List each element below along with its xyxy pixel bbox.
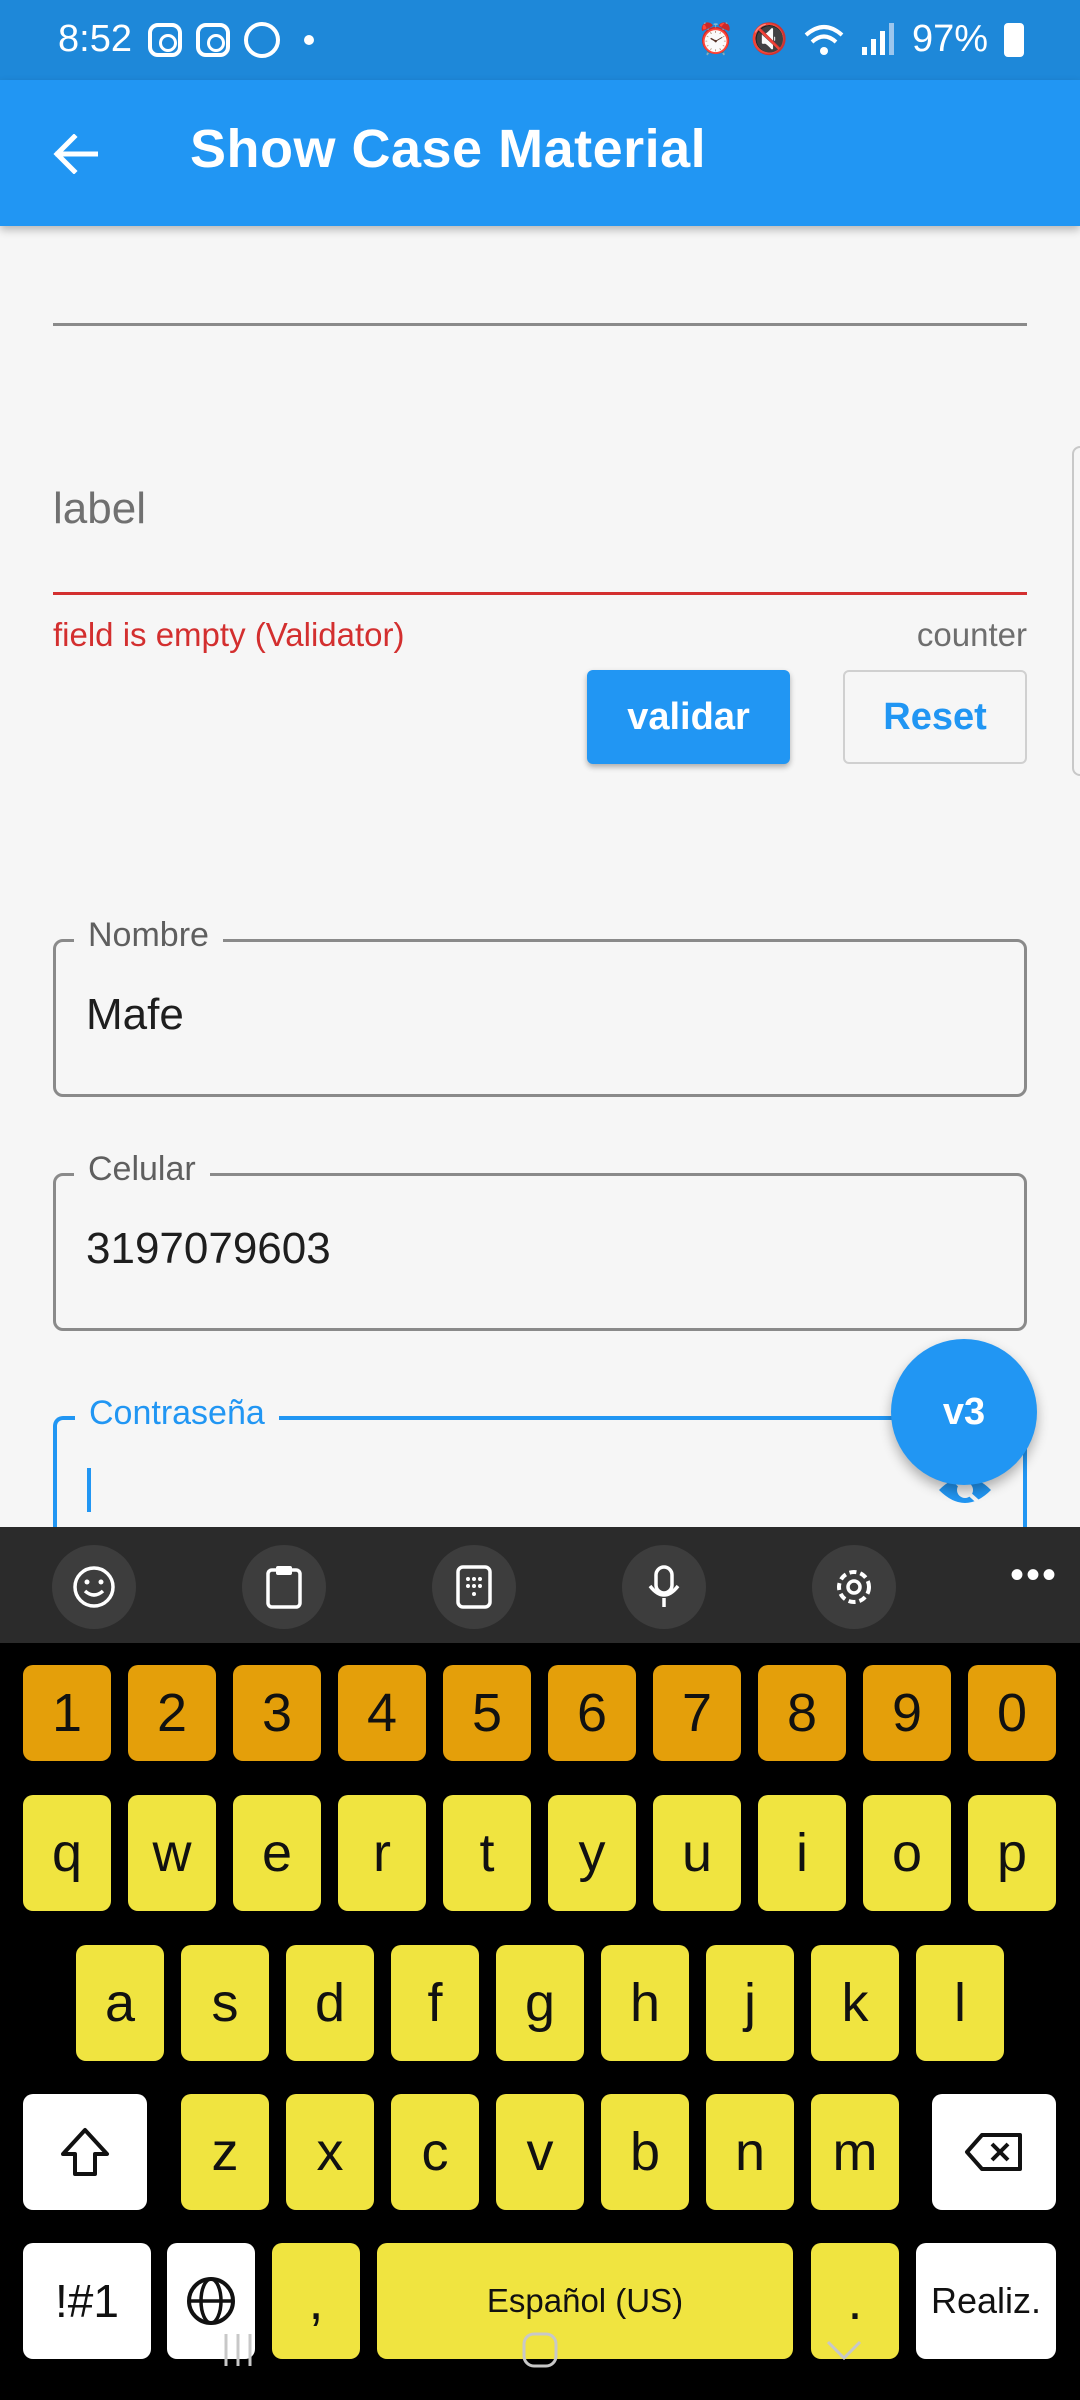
enter-label: Realiz.: [930, 2280, 1042, 2321]
key-6[interactable]: 6: [548, 1665, 636, 1761]
space-label: Español (US): [486, 2282, 684, 2319]
label-field[interactable]: label: [53, 484, 146, 534]
key-a[interactable]: a: [76, 1945, 164, 2061]
battery-percent: 97%: [911, 18, 988, 60]
key-1[interactable]: 1: [23, 1665, 111, 1761]
counter-text: counter: [916, 616, 1027, 653]
key-5[interactable]: 5: [443, 1665, 531, 1761]
key-4[interactable]: 4: [338, 1665, 426, 1761]
arrow-back-icon: [53, 134, 98, 174]
key-r[interactable]: r: [338, 1795, 426, 1911]
error-text: field is empty (Validator): [53, 616, 405, 653]
key-i[interactable]: i: [758, 1795, 846, 1911]
recent-apps-icon[interactable]: [218, 2330, 258, 2370]
symbols-key[interactable]: !#1: [23, 2243, 151, 2359]
hide-keyboard-icon[interactable]: [822, 2330, 866, 2370]
key-s[interactable]: s: [181, 1945, 269, 2061]
key-3[interactable]: 3: [233, 1665, 321, 1761]
page-title: Show Case Material: [190, 119, 707, 179]
key-v[interactable]: v: [496, 2094, 584, 2210]
key-c[interactable]: c: [391, 2094, 479, 2210]
key-q[interactable]: q: [23, 1795, 111, 1911]
home-icon[interactable]: [520, 2330, 560, 2370]
key-t[interactable]: t: [443, 1795, 531, 1911]
key-k[interactable]: k: [811, 1945, 899, 2061]
key-u[interactable]: u: [653, 1795, 741, 1911]
key-7[interactable]: 7: [653, 1665, 741, 1761]
status-time: 8:52: [58, 18, 132, 60]
celular-value: 3197079603: [86, 1224, 331, 1273]
backspace-key[interactable]: [932, 2094, 1056, 2210]
keyboard-toolbar: •••: [0, 1527, 1080, 1643]
key-j[interactable]: j: [706, 1945, 794, 2061]
nombre-value: Mafe: [86, 990, 184, 1039]
text-cursor: [87, 1468, 91, 1512]
shift-icon: [61, 2128, 109, 2176]
back-button[interactable]: [40, 122, 110, 186]
clipboard-icon[interactable]: [242, 1545, 326, 1629]
nombre-field[interactable]: Nombre Mafe: [53, 916, 1027, 1097]
key-w[interactable]: w: [128, 1795, 216, 1911]
emoji-icon[interactable]: [52, 1545, 136, 1629]
key-m[interactable]: m: [811, 2094, 899, 2210]
symbols-label: !#1: [55, 2275, 119, 2327]
key-0[interactable]: 0: [968, 1665, 1056, 1761]
key-g[interactable]: g: [496, 1945, 584, 2061]
mute-icon: 🔇: [750, 23, 788, 56]
keyboard: 1 2 3 4 5 6 7 8 9 0 q w e r t y u i o p …: [0, 1643, 1080, 2400]
scroll-edge: [1072, 446, 1080, 776]
key-p[interactable]: p: [968, 1795, 1056, 1911]
form-content: label field is empty (Validator) counter…: [0, 226, 1080, 1546]
key-f[interactable]: f: [391, 1945, 479, 2061]
key-h[interactable]: h: [601, 1945, 689, 2061]
celular-label: Celular: [74, 1150, 210, 1189]
key-b[interactable]: b: [601, 2094, 689, 2210]
contrasena-label: Contraseña: [75, 1394, 279, 1433]
wifi-icon: [804, 24, 844, 55]
reset-button[interactable]: Reset: [843, 670, 1027, 764]
globe-icon: [187, 2277, 235, 2325]
celular-field[interactable]: Celular 3197079603: [53, 1150, 1027, 1331]
space-key[interactable]: Español (US): [377, 2243, 793, 2359]
status-bar: 8:52 ⏰ 🔇 97%: [0, 0, 1080, 80]
whatsapp-icon: [244, 22, 280, 58]
notification-icons: [148, 22, 314, 58]
battery-icon: [1004, 22, 1024, 57]
key-l[interactable]: l: [916, 1945, 1004, 2061]
instagram-icon: [196, 23, 230, 57]
key-n[interactable]: n: [706, 2094, 794, 2210]
key-2[interactable]: 2: [128, 1665, 216, 1761]
alarm-icon: ⏰: [697, 23, 735, 56]
key-d[interactable]: d: [286, 1945, 374, 2061]
key-x[interactable]: x: [286, 2094, 374, 2210]
key-8[interactable]: 8: [758, 1665, 846, 1761]
text-field-underline[interactable]: [53, 323, 1027, 326]
settings-icon[interactable]: [812, 1545, 896, 1629]
signal-icon: [861, 22, 894, 55]
comma-key[interactable]: ,: [272, 2243, 360, 2359]
app-bar: Show Case Material: [0, 80, 1080, 226]
instagram-icon: [148, 23, 182, 57]
validar-button[interactable]: validar: [587, 670, 790, 764]
backspace-icon: [965, 2133, 1022, 2171]
more-icon[interactable]: •••: [1010, 1553, 1058, 1598]
key-y[interactable]: y: [548, 1795, 636, 1911]
label-field-underline: [53, 592, 1027, 595]
enter-key[interactable]: Realiz.: [916, 2243, 1056, 2359]
key-o[interactable]: o: [863, 1795, 951, 1911]
key-9[interactable]: 9: [863, 1665, 951, 1761]
mic-icon[interactable]: [622, 1545, 706, 1629]
key-e[interactable]: e: [233, 1795, 321, 1911]
fab-button[interactable]: v3: [891, 1339, 1037, 1485]
keypad-icon[interactable]: [432, 1545, 516, 1629]
key-z[interactable]: z: [181, 2094, 269, 2210]
more-notifications-dot: [304, 35, 314, 45]
system-icons: ⏰ 🔇 97%: [697, 18, 1024, 61]
nombre-label: Nombre: [74, 916, 223, 955]
shift-key[interactable]: [23, 2094, 147, 2210]
